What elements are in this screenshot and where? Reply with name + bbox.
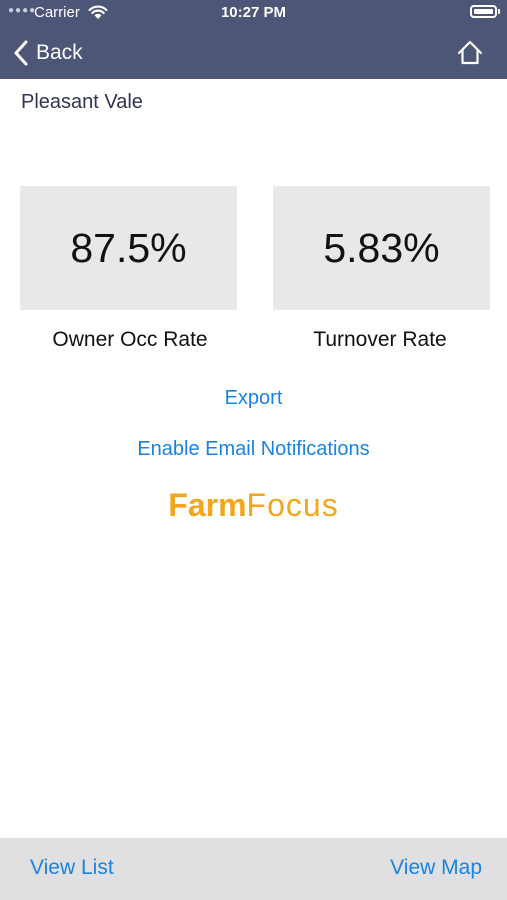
chevron-left-icon	[14, 40, 28, 66]
enable-email-notifications-link[interactable]: Enable Email Notifications	[0, 438, 507, 461]
logo-focus-text: Focus	[246, 487, 339, 523]
logo-farm-text: Farm	[168, 487, 247, 523]
farmfocus-logo: FarmFocus	[0, 487, 507, 524]
area-title: Pleasant Vale	[21, 91, 143, 113]
battery-tip	[498, 9, 500, 14]
owner-occ-rate-value: 87.5%	[70, 224, 187, 271]
turnover-rate-label: Turnover Rate	[313, 328, 447, 351]
export-link[interactable]: Export	[0, 387, 507, 410]
owner-occ-rate-box: 87.5%	[20, 186, 237, 310]
view-list-button[interactable]: View List	[30, 856, 114, 880]
owner-occ-rate-label: Owner Occ Rate	[52, 328, 208, 351]
navigation-header: ●●●● Carrier 10:27 PM Back	[0, 0, 507, 79]
status-bar: ●●●● Carrier 10:27 PM	[0, 0, 507, 26]
home-icon[interactable]	[456, 40, 484, 66]
back-label: Back	[36, 41, 83, 64]
view-map-button[interactable]: View Map	[390, 856, 482, 880]
bottom-toolbar: View List View Map	[0, 838, 507, 900]
back-button[interactable]: Back	[14, 38, 83, 68]
battery-icon	[470, 5, 497, 18]
battery-level	[474, 9, 493, 14]
turnover-rate-box: 5.83%	[273, 186, 490, 310]
turnover-rate-value: 5.83%	[323, 224, 440, 271]
clock: 10:27 PM	[220, 4, 287, 21]
